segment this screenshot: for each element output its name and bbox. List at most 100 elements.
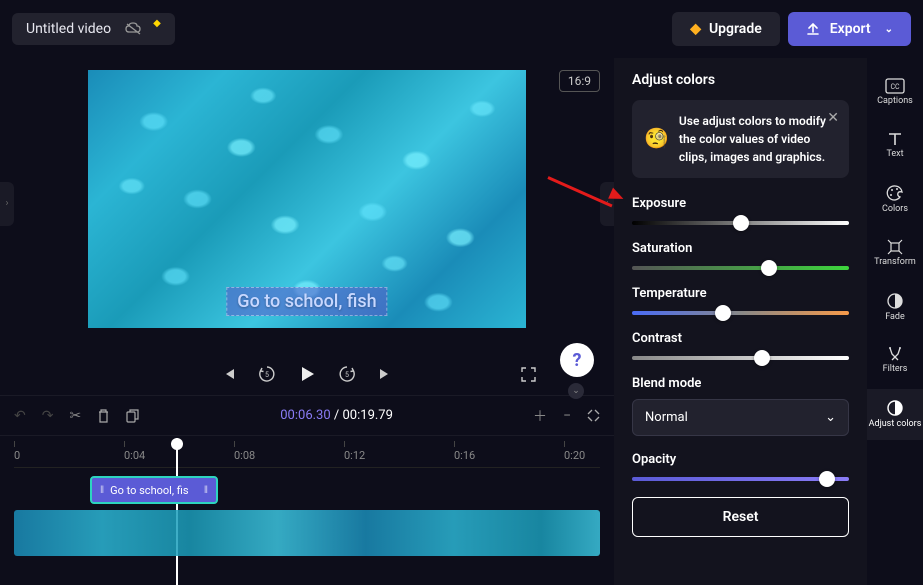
tick: 0:16	[454, 449, 475, 462]
close-icon[interactable]: ✕	[827, 110, 839, 126]
exposure-slider: Exposure	[632, 196, 849, 225]
nav-label: Transform	[874, 258, 916, 268]
caption-overlay[interactable]: Go to school, fish	[226, 287, 387, 316]
reset-button[interactable]: Reset	[632, 497, 849, 537]
video-clip[interactable]	[14, 510, 600, 556]
tick: 0:20	[564, 449, 585, 462]
drag-handle-icon[interactable]: ‖	[100, 485, 104, 496]
fullscreen-icon[interactable]	[521, 367, 536, 382]
project-title: Untitled video	[26, 21, 111, 37]
nav-captions[interactable]: CC Captions	[867, 68, 923, 117]
tick: 0:12	[344, 449, 365, 462]
nav-transform[interactable]: Transform	[867, 229, 923, 278]
temperature-track[interactable]	[632, 311, 849, 315]
aspect-ratio-badge[interactable]: 16:9	[559, 70, 600, 92]
cloud-off-icon[interactable]	[125, 22, 143, 36]
top-bar: Untitled video ◆ ◆ Upgrade Export ⌄	[0, 0, 923, 58]
svg-text:5: 5	[265, 371, 269, 379]
nav-label: Text	[886, 150, 903, 160]
diamond-small-icon: ◆	[153, 18, 161, 29]
opacity-slider: Opacity	[632, 452, 849, 481]
playback-controls: 5 5 ? ⌄	[0, 349, 614, 395]
upgrade-button[interactable]: ◆ Upgrade	[672, 12, 780, 46]
contrast-track[interactable]	[632, 356, 849, 360]
nav-label: Adjust colors	[869, 420, 922, 430]
blend-mode-select[interactable]: Normal ⌄	[632, 399, 849, 436]
adjust-colors-panel: Adjust colors 🧐 Use adjust colors to mod…	[614, 58, 867, 585]
slider-thumb[interactable]	[761, 260, 777, 276]
slider-thumb[interactable]	[715, 305, 731, 321]
nav-text[interactable]: Text	[867, 121, 923, 170]
filters-icon	[887, 346, 903, 362]
undo-icon[interactable]: ↶	[14, 408, 26, 424]
timeline-toolbar: ↶ ↷ ✂ 00:06.30 / 00:19.79 ＋ −	[0, 395, 614, 435]
forward-5-icon[interactable]: 5	[338, 365, 356, 383]
slider-thumb[interactable]	[733, 215, 749, 231]
nav-label: Fade	[885, 313, 905, 323]
export-button[interactable]: Export ⌄	[788, 12, 911, 46]
opacity-label: Opacity	[632, 452, 849, 467]
nav-label: Captions	[877, 97, 913, 107]
cut-icon[interactable]: ✂	[69, 408, 81, 424]
opacity-track[interactable]	[632, 477, 849, 481]
transform-icon	[887, 239, 903, 255]
skip-back-icon[interactable]	[222, 367, 236, 381]
timeline[interactable]: 0 0:04 0:08 0:12 0:16 0:20 ‖ Go to schoo…	[0, 435, 614, 585]
timeline-ruler[interactable]: 0 0:04 0:08 0:12 0:16 0:20	[14, 444, 600, 468]
time-display: 00:06.30 / 00:19.79	[156, 408, 517, 423]
contrast-label: Contrast	[632, 331, 849, 346]
exposure-label: Exposure	[632, 196, 849, 211]
upgrade-label: Upgrade	[709, 21, 762, 37]
redo-icon[interactable]: ↷	[42, 408, 54, 424]
nav-adjust-colors[interactable]: Adjust colors	[867, 389, 923, 440]
add-icon[interactable]: ＋	[533, 406, 547, 426]
main-area: › Go to school, fish 16:9 ‹ 5 5	[0, 58, 923, 585]
fade-icon	[886, 292, 904, 310]
editor-column: › Go to school, fish 16:9 ‹ 5 5	[0, 58, 614, 585]
saturation-slider: Saturation	[632, 241, 849, 270]
exposure-track[interactable]	[632, 221, 849, 225]
expand-left-button[interactable]: ›	[0, 182, 14, 226]
video-preview[interactable]: Go to school, fish	[88, 70, 526, 328]
play-icon[interactable]	[298, 365, 316, 383]
export-label: Export	[830, 21, 871, 37]
collapse-chevron-icon[interactable]: ⌄	[568, 383, 584, 399]
skip-forward-icon[interactable]	[378, 367, 392, 381]
slider-thumb[interactable]	[819, 471, 835, 487]
contrast-slider: Contrast	[632, 331, 849, 360]
current-time: 00:06.30	[280, 408, 330, 423]
chevron-down-icon: ⌄	[885, 24, 893, 35]
caption-clip[interactable]: ‖ Go to school, fis ‖	[90, 476, 218, 504]
tick: 0:08	[234, 449, 255, 462]
tick: 0	[14, 449, 20, 462]
info-text: Use adjust colors to modify the color va…	[679, 112, 837, 166]
delete-icon[interactable]	[97, 409, 110, 423]
blend-mode-value: Normal	[645, 410, 688, 425]
fit-icon[interactable]	[587, 409, 600, 422]
nav-fade[interactable]: Fade	[867, 282, 923, 333]
saturation-label: Saturation	[632, 241, 849, 256]
slider-thumb[interactable]	[754, 350, 770, 366]
help-button[interactable]: ?	[560, 343, 594, 377]
temperature-label: Temperature	[632, 286, 849, 301]
caption-clip-label: Go to school, fis	[110, 484, 188, 497]
side-nav: CC Captions Text Colors Transform Fade F…	[867, 58, 923, 585]
zoom-out-icon[interactable]: −	[563, 408, 571, 424]
total-time: 00:19.79	[343, 408, 393, 423]
chevron-down-icon: ⌄	[825, 410, 836, 425]
nav-colors[interactable]: Colors	[867, 174, 923, 225]
panel-title: Adjust colors	[632, 72, 849, 88]
drag-handle-icon[interactable]: ‖	[204, 485, 208, 496]
adjust-colors-icon	[886, 399, 904, 417]
svg-text:5: 5	[345, 371, 349, 379]
saturation-track[interactable]	[632, 266, 849, 270]
info-emoji-icon: 🧐	[644, 126, 669, 166]
nav-filters[interactable]: Filters	[867, 336, 923, 385]
project-title-box[interactable]: Untitled video ◆	[12, 13, 175, 45]
caption-text: Go to school, fish	[237, 291, 376, 312]
rewind-5-icon[interactable]: 5	[258, 365, 276, 383]
expand-right-button[interactable]: ‹	[600, 182, 614, 226]
duplicate-icon[interactable]	[126, 409, 140, 423]
tick: 0:04	[124, 449, 145, 462]
text-icon	[887, 131, 903, 147]
